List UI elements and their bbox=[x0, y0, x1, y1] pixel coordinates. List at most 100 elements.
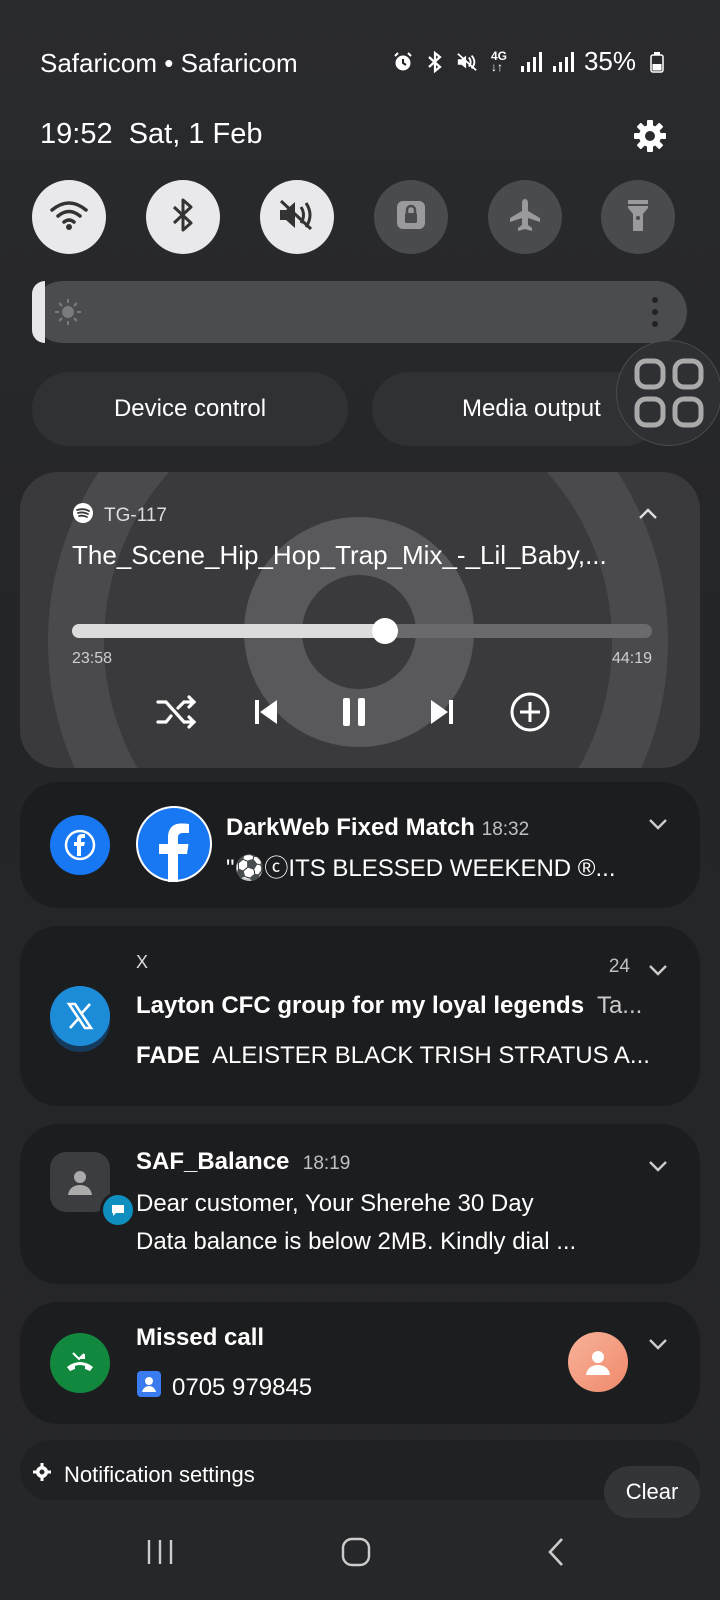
time-total: 44:19 bbox=[611, 650, 652, 667]
battery-percent: 35% bbox=[583, 46, 636, 76]
home-icon bbox=[340, 1536, 372, 1573]
notification-card-x[interactable]: X 24 Layton CFC group for my loyal legen… bbox=[20, 926, 700, 1106]
media-app-name: TG-117 bbox=[104, 505, 168, 526]
clear-label: Clear bbox=[625, 1479, 679, 1504]
clear-button[interactable]: Clear bbox=[604, 1466, 700, 1518]
clock-time: 19:52 bbox=[40, 118, 113, 150]
wifi-toggle[interactable] bbox=[32, 180, 106, 254]
spotify-icon bbox=[72, 502, 94, 530]
chevron-down-icon[interactable] bbox=[646, 1154, 670, 1178]
notification-header: SAF_Balance 18:19 bbox=[136, 1148, 596, 1176]
skip-next-icon bbox=[429, 698, 455, 731]
mute-icon bbox=[277, 198, 317, 237]
media-player-card[interactable]: TG-117 The_Scene_Hip_Hop_Trap_Mix_-_Lil_… bbox=[20, 472, 700, 768]
notification-text: ALEISTER BLACK TRISH STRATUS A... bbox=[212, 1042, 650, 1069]
notification-card-missed-call[interactable]: Missed call 0705 979845 bbox=[20, 1302, 700, 1424]
device-control-label: Device control bbox=[113, 395, 267, 422]
airplane-icon bbox=[507, 197, 543, 238]
next-button[interactable] bbox=[418, 690, 466, 738]
bluetooth-toggle[interactable] bbox=[146, 180, 220, 254]
recent-apps-button[interactable] bbox=[130, 1530, 190, 1578]
flashlight-icon bbox=[623, 196, 653, 239]
notification-card-facebook[interactable]: DarkWeb Fixed Match 18:32 "⚽ⓒITS BLESSED… bbox=[20, 782, 700, 908]
notification-text: "⚽ⓒITS BLESSED WEEKEND ®... bbox=[226, 855, 616, 882]
rotation-lock-toggle[interactable] bbox=[374, 180, 448, 254]
notification-card-sms[interactable]: SAF_Balance 18:19 Dear customer, Your Sh… bbox=[20, 1124, 700, 1284]
notification-title-row: Layton CFC group for my loyal legends Ta… bbox=[136, 992, 666, 1020]
flashlight-toggle[interactable] bbox=[601, 180, 675, 254]
caller-row: 0705 979845 bbox=[136, 1370, 312, 1405]
back-button[interactable] bbox=[526, 1530, 586, 1578]
status-icons: 4G ↓↑ 35% bbox=[392, 46, 668, 77]
notification-title-suffix: Ta... bbox=[596, 992, 643, 1019]
brightness-level bbox=[32, 281, 46, 343]
add-button[interactable] bbox=[506, 690, 554, 738]
recents-icon bbox=[145, 1538, 175, 1571]
chevron-down-icon[interactable] bbox=[646, 812, 670, 836]
bluetooth-icon bbox=[170, 197, 196, 238]
bluetooth-icon bbox=[424, 50, 446, 73]
date-time: 19:52 Sat, 1 Feb bbox=[40, 118, 263, 151]
airplane-mode-toggle[interactable] bbox=[488, 180, 562, 254]
notification-header: DarkWeb Fixed Match 18:32 bbox=[226, 814, 646, 842]
message-badge-icon bbox=[100, 1192, 136, 1228]
skip-previous-icon bbox=[253, 698, 279, 731]
notification-time: 18:32 bbox=[481, 819, 530, 840]
seek-bar[interactable] bbox=[72, 618, 652, 644]
clock-date: Sat, 1 Feb bbox=[128, 118, 263, 150]
add-circle-icon bbox=[509, 691, 551, 738]
media-app: TG-117 bbox=[72, 502, 167, 530]
carrier-name: Safaricom • Safaricom bbox=[40, 48, 298, 78]
missed-call-icon bbox=[50, 1333, 110, 1393]
pause-button[interactable] bbox=[330, 690, 378, 738]
lock-icon bbox=[394, 198, 428, 237]
mute-icon bbox=[456, 51, 478, 73]
notification-settings-label: Notification settings bbox=[64, 1462, 255, 1487]
notification-app-name: X bbox=[136, 952, 149, 972]
contact-card-icon bbox=[136, 1370, 162, 1405]
alarm-icon bbox=[392, 51, 414, 73]
notification-sender: SAF_Balance bbox=[136, 1148, 290, 1175]
chevron-down-icon[interactable] bbox=[646, 958, 670, 982]
back-icon bbox=[545, 1536, 567, 1573]
notification-text-line1: Dear customer, Your Sherehe 30 Day bbox=[136, 1190, 534, 1217]
grid-icon bbox=[633, 357, 705, 434]
brightness-slider[interactable] bbox=[32, 281, 687, 343]
wifi-icon bbox=[49, 198, 89, 237]
gear-icon bbox=[32, 1462, 52, 1488]
4g-icon: 4G ↓↑ bbox=[490, 48, 507, 74]
notification-count: 24 bbox=[608, 956, 630, 977]
more-options-icon[interactable] bbox=[651, 296, 659, 328]
notification-body-row: FADE ALEISTER BLACK TRISH STRATUS A... bbox=[136, 1042, 666, 1070]
time-elapsed: 23:58 bbox=[72, 650, 113, 667]
caller-avatar bbox=[568, 1332, 628, 1392]
caller-number: 0705 979845 bbox=[172, 1373, 313, 1401]
notification-title: Missed call bbox=[136, 1324, 265, 1351]
sound-toggle[interactable] bbox=[260, 180, 334, 254]
shuffle-icon bbox=[156, 694, 200, 735]
device-control-button[interactable]: Device control bbox=[32, 372, 348, 446]
notification-sender: DarkWeb Fixed Match bbox=[226, 814, 475, 841]
home-button[interactable] bbox=[326, 1530, 386, 1578]
notification-title: Layton CFC group for my loyal legends bbox=[136, 992, 585, 1019]
seek-progress bbox=[72, 624, 386, 638]
pause-icon bbox=[340, 696, 368, 733]
notification-text-line2: Data balance is below 2MB. Kindly dial .… bbox=[136, 1228, 577, 1255]
settings-gear-icon[interactable] bbox=[632, 118, 668, 154]
facebook-app-icon bbox=[50, 815, 110, 875]
signal-icon bbox=[552, 51, 574, 73]
chevron-down-icon[interactable] bbox=[646, 1332, 670, 1356]
notification-settings-link[interactable]: Notification settings bbox=[32, 1462, 255, 1488]
edit-panel-button[interactable] bbox=[616, 340, 720, 446]
media-title: The_Scene_Hip_Hop_Trap_Mix_-_Lil_Baby,..… bbox=[72, 540, 607, 570]
seek-thumb[interactable] bbox=[372, 618, 399, 644]
notification-time: 18:19 bbox=[302, 1153, 351, 1174]
battery-icon bbox=[646, 51, 668, 73]
signal-icon bbox=[520, 51, 542, 73]
sun-icon bbox=[54, 298, 82, 326]
x-app-icon bbox=[50, 986, 110, 1046]
chevron-up-icon[interactable] bbox=[636, 502, 660, 526]
shuffle-button[interactable] bbox=[154, 690, 202, 738]
previous-button[interactable] bbox=[242, 690, 290, 738]
facebook-logo-avatar bbox=[136, 806, 212, 882]
